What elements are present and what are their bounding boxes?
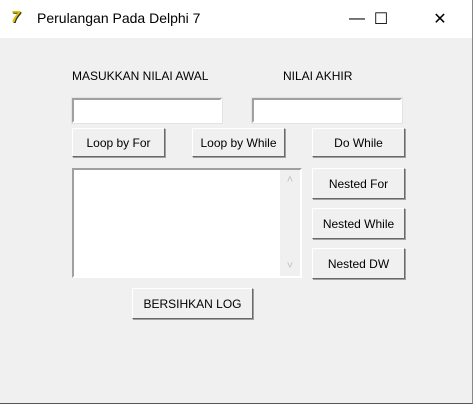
start-value-input[interactable] — [71, 97, 223, 124]
title-bar: 7 Perulangan Pada Delphi 7 — ☐ ✕ — [0, 0, 472, 38]
end-value-label: NILAI AKHIR — [283, 69, 353, 83]
delphi-app-icon: 7 — [11, 9, 20, 26]
nested-while-button[interactable]: Nested While — [312, 208, 405, 239]
clear-log-button[interactable]: BERSIHKAN LOG — [132, 288, 253, 319]
nested-for-button[interactable]: Nested For — [312, 168, 405, 199]
close-button[interactable]: ✕ — [417, 0, 463, 38]
scroll-up-icon[interactable]: ˄ — [280, 174, 300, 186]
vertical-scrollbar[interactable]: ˄ ˅ — [280, 170, 300, 276]
scroll-down-icon[interactable]: ˅ — [280, 260, 300, 272]
start-value-label: MASUKKAN NILAI AWAL — [72, 69, 209, 83]
log-memo[interactable]: ˄ ˅ — [72, 168, 302, 278]
do-while-button[interactable]: Do While — [312, 128, 405, 157]
end-value-input[interactable] — [251, 97, 403, 124]
loop-by-for-button[interactable]: Loop by For — [72, 128, 165, 157]
window-title: Perulangan Pada Delphi 7 — [37, 10, 201, 26]
maximize-button[interactable]: ☐ — [358, 0, 404, 38]
loop-by-while-button[interactable]: Loop by While — [192, 128, 285, 157]
app-window: 7 Perulangan Pada Delphi 7 — ☐ ✕ MASUKKA… — [0, 0, 473, 404]
nested-dw-button[interactable]: Nested DW — [312, 248, 405, 279]
